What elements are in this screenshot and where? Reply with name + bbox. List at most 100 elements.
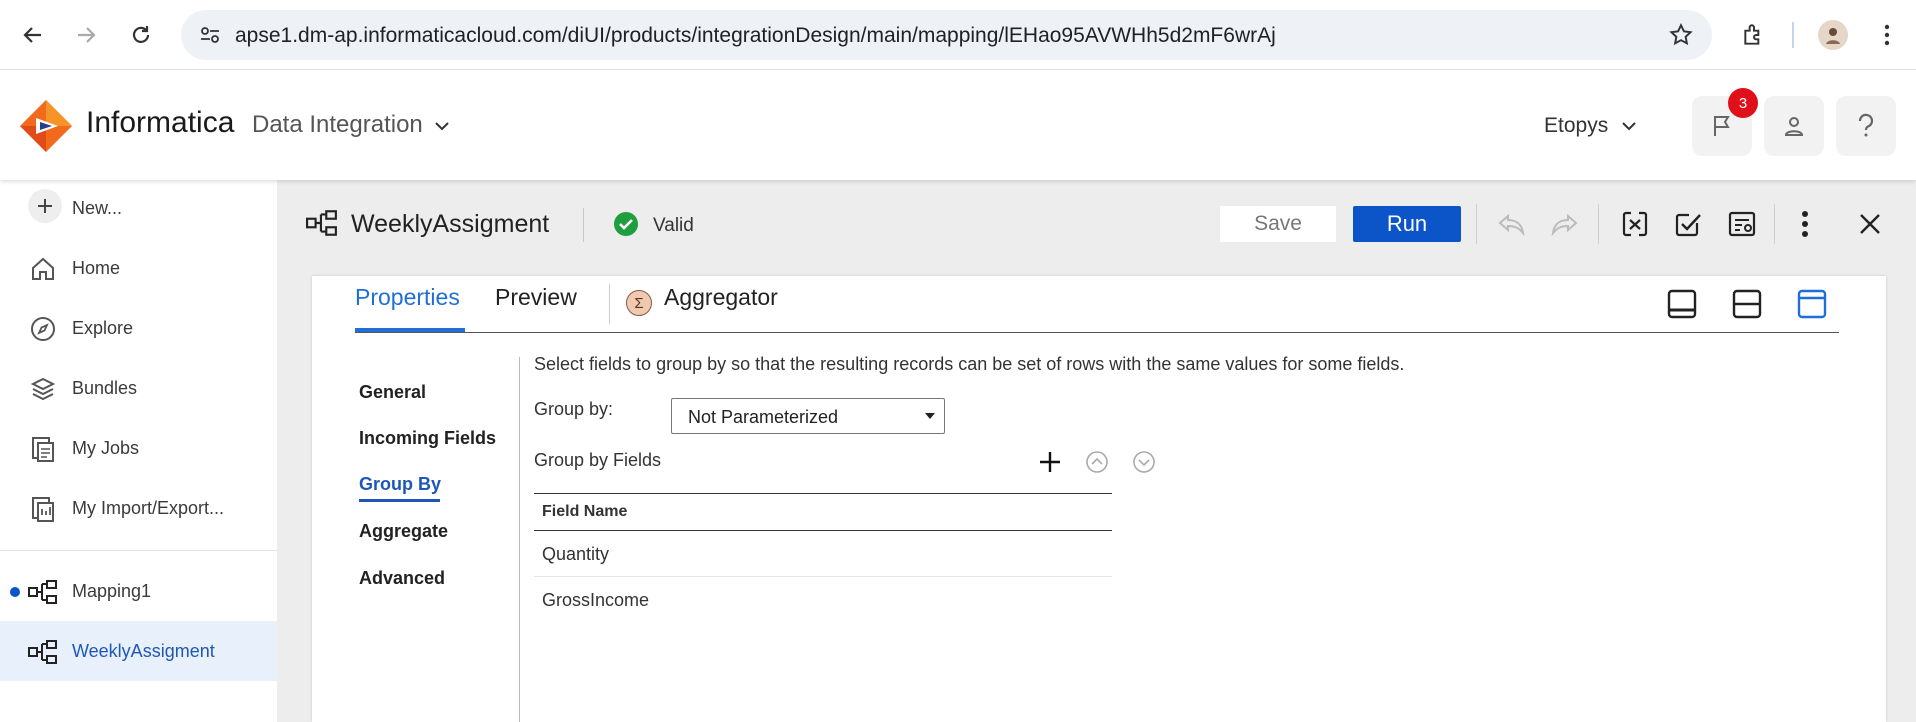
brand-name: Informatica: [86, 106, 235, 139]
sidebar-item-my-jobs[interactable]: My Jobs: [0, 420, 277, 476]
more-options-icon[interactable]: [1786, 205, 1824, 243]
panel-full-icon[interactable]: [1795, 287, 1829, 321]
move-up-icon[interactable]: [1083, 448, 1111, 476]
home-icon: [28, 254, 58, 284]
column-header-field-name: Field Name: [534, 493, 1112, 531]
sidebar: New... Home Explore Bundles My Jobs My I…: [0, 180, 277, 722]
browser-toolbar: apse1.dm-ap.informaticacloud.com/diUI/pr…: [0, 0, 1916, 70]
subnav-group-by[interactable]: Group By: [359, 474, 441, 495]
aggregator-icon: Σ: [626, 290, 652, 316]
profile-avatar[interactable]: [1818, 20, 1848, 50]
new-asset-button[interactable]: New...: [0, 180, 277, 236]
sidebar-item-import-export[interactable]: My Import/Export...: [0, 480, 277, 536]
compass-icon: [28, 314, 58, 344]
subnav-aggregate[interactable]: Aggregate: [359, 521, 448, 542]
tab-properties[interactable]: Properties: [355, 284, 460, 311]
sidebar-item-bundles[interactable]: Bundles: [0, 360, 277, 416]
help-button[interactable]: [1836, 96, 1896, 156]
toolbar-divider: [1792, 22, 1794, 48]
tab-divider: [609, 284, 610, 324]
redo-icon[interactable]: [1545, 205, 1583, 243]
unsaved-indicator: [10, 587, 20, 597]
user-profile-button[interactable]: [1764, 96, 1824, 156]
mapping-icon: [28, 577, 58, 607]
site-settings-icon[interactable]: [199, 24, 221, 46]
product-switcher[interactable]: Data Integration: [252, 111, 450, 139]
open-asset-label: Mapping1: [72, 580, 152, 601]
import-export-icon: [28, 494, 58, 524]
jobs-icon: [28, 434, 58, 464]
sidebar-item-label: Explore: [72, 317, 134, 338]
sidebar-item-label: My Jobs: [72, 437, 140, 458]
caret-down-icon: [924, 412, 936, 420]
bookmark-star-icon[interactable]: [1668, 22, 1694, 48]
title-divider: [583, 208, 584, 242]
transformation-name: Aggregator: [664, 284, 778, 310]
group-by-select[interactable]: Not Parameterized: [671, 398, 945, 434]
group-by-label: Group by:: [534, 399, 614, 419]
subnav-incoming-fields[interactable]: Incoming Fields: [359, 428, 496, 449]
mapping-icon: [306, 209, 338, 237]
main-area: WeeklyAssigment Valid Save Run Propertie…: [277, 180, 1916, 722]
table-row[interactable]: Quantity: [534, 531, 1112, 577]
notification-badge: 3: [1728, 88, 1758, 118]
open-asset-mapping1[interactable]: Mapping1: [0, 563, 277, 619]
open-asset-label: WeeklyAssigment: [72, 640, 215, 661]
toolbar-divider: [1476, 204, 1477, 244]
browser-menu-icon[interactable]: [1872, 20, 1902, 50]
sidebar-item-label: Home: [72, 257, 121, 278]
group-by-fields-label: Group by Fields: [534, 450, 662, 470]
active-subnav-indicator: [359, 499, 440, 502]
asset-title[interactable]: WeeklyAssigment: [351, 210, 549, 239]
panel-bottom-icon[interactable]: [1665, 287, 1699, 321]
forward-icon[interactable]: [71, 20, 101, 50]
group-by-select-value: Not Parameterized: [688, 407, 839, 427]
org-switcher[interactable]: Etopys: [1544, 114, 1636, 138]
new-label: New...: [72, 197, 123, 218]
sidebar-item-home[interactable]: Home: [0, 240, 277, 296]
subnav-general[interactable]: General: [359, 382, 426, 403]
panel-half-icon[interactable]: [1730, 287, 1764, 321]
address-bar[interactable]: apse1.dm-ap.informaticacloud.com/diUI/pr…: [181, 10, 1712, 60]
toolbar-divider: [1774, 204, 1775, 244]
app-header: Informatica Data Integration Etopys 3: [0, 70, 1916, 180]
validation-status: Valid: [653, 215, 694, 236]
toolbar-divider: [1598, 204, 1599, 244]
content-divider: [519, 357, 520, 722]
properties-panel: Properties Preview Σ Aggregator General …: [312, 276, 1886, 722]
run-button[interactable]: Run: [1353, 206, 1461, 242]
extensions-icon[interactable]: [1739, 20, 1769, 50]
add-field-icon[interactable]: [1036, 448, 1064, 476]
move-down-icon[interactable]: [1130, 448, 1158, 476]
save-button[interactable]: Save: [1220, 206, 1336, 242]
help-icon: [1856, 113, 1876, 139]
back-icon[interactable]: [18, 20, 48, 50]
sidebar-item-explore[interactable]: Explore: [0, 300, 277, 356]
group-by-fields-table: Field Name Quantity GrossIncome: [534, 493, 1112, 623]
check-circle-icon: [613, 211, 639, 237]
tabs-baseline: [355, 332, 1839, 333]
user-icon: [1782, 114, 1806, 138]
reload-icon[interactable]: [126, 20, 156, 50]
undo-icon[interactable]: [1493, 205, 1531, 243]
product-name: Data Integration: [252, 111, 423, 138]
url-text[interactable]: apse1.dm-ap.informaticacloud.com/diUI/pr…: [235, 24, 1276, 48]
parameters-icon[interactable]: [1616, 205, 1654, 243]
mapping-settings-icon[interactable]: [1723, 205, 1761, 243]
group-by-description: Select fields to group by so that the re…: [534, 354, 1405, 374]
informatica-logo[interactable]: [18, 98, 74, 154]
tab-preview[interactable]: Preview: [495, 284, 577, 311]
chevron-down-icon: [1622, 121, 1636, 131]
subnav-advanced[interactable]: Advanced: [359, 568, 445, 589]
layers-icon: [28, 374, 58, 404]
sidebar-item-label: Bundles: [72, 377, 138, 398]
chevron-down-icon: [435, 121, 450, 131]
sidebar-divider: [0, 550, 277, 551]
mapping-icon: [28, 637, 58, 667]
sidebar-item-label: My Import/Export...: [72, 497, 225, 518]
open-asset-weeklyassigment[interactable]: WeeklyAssigment: [0, 621, 277, 681]
table-row[interactable]: GrossIncome: [534, 577, 1112, 623]
close-icon[interactable]: [1851, 205, 1889, 243]
validate-icon[interactable]: [1669, 205, 1707, 243]
plus-icon: [28, 189, 62, 223]
